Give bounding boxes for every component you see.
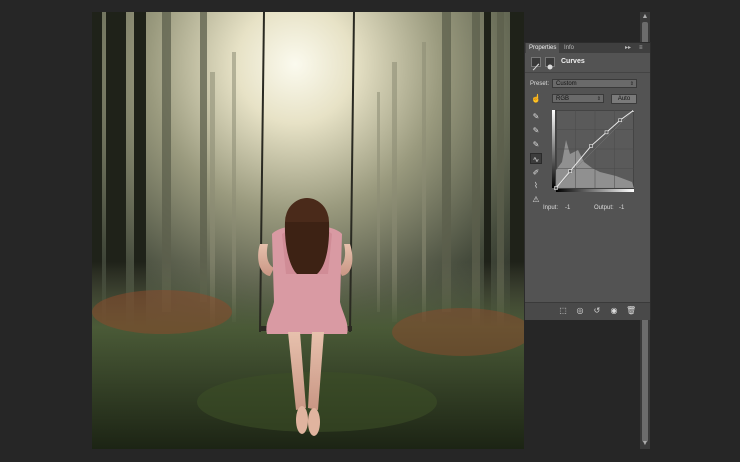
- curve-control-point[interactable]: [589, 143, 594, 148]
- curve-control-point[interactable]: [618, 118, 622, 122]
- toggle-visibility-icon[interactable]: ◉: [609, 306, 619, 316]
- tab-properties[interactable]: Properties: [526, 43, 560, 53]
- panel-tab-bar: Properties Info ▸▸ ≡: [525, 43, 650, 53]
- curves-adjustment-icon: [531, 57, 541, 71]
- preset-value: Custom: [556, 81, 577, 87]
- curves-graph[interactable]: [552, 108, 636, 192]
- panel-menu-icon[interactable]: ≡: [639, 43, 643, 53]
- dropdown-arrows-icon: ⇕: [629, 81, 634, 87]
- gray-point-eyedropper-icon[interactable]: ✎: [530, 125, 542, 136]
- draw-pencil-icon[interactable]: ✐: [530, 167, 542, 178]
- dropdown-arrows-icon: ⇕: [596, 96, 601, 102]
- scroll-down-icon[interactable]: ▼: [641, 440, 649, 448]
- input-gradient-bar: [556, 189, 634, 192]
- output-label: Output:: [594, 205, 614, 211]
- clip-to-layer-icon[interactable]: ⬚: [558, 306, 568, 316]
- input-label: Input:: [543, 205, 559, 211]
- delete-adjustment-icon[interactable]: 🗑: [626, 306, 636, 316]
- reset-adjustment-icon[interactable]: ↺: [592, 306, 602, 316]
- document-photo[interactable]: [92, 12, 524, 449]
- edit-points-curve-icon[interactable]: ∿: [530, 153, 542, 164]
- white-point-eyedropper-icon[interactable]: ✎: [530, 139, 542, 150]
- view-previous-state-icon[interactable]: ◎: [575, 306, 585, 316]
- black-point-eyedropper-icon[interactable]: ✎: [530, 111, 542, 122]
- curve-control-point[interactable]: [604, 130, 609, 135]
- target-adjust-hand-icon[interactable]: ☝: [530, 93, 542, 104]
- preset-dropdown[interactable]: Custom ⇕: [552, 79, 637, 88]
- output-gradient-bar: [552, 110, 555, 188]
- collapse-panel-icon[interactable]: ▸▸: [625, 43, 631, 53]
- curve-control-point[interactable]: [568, 169, 572, 174]
- panel-footer: ⬚ ◎ ↺ ◉ 🗑: [525, 302, 650, 320]
- output-value: -1: [619, 205, 625, 211]
- preset-label: Preset:: [530, 81, 550, 87]
- curve-control-point[interactable]: [632, 108, 636, 112]
- smooth-curve-icon[interactable]: ⌇: [530, 180, 542, 191]
- layer-mask-icon[interactable]: [545, 57, 555, 70]
- panel-divider: [525, 72, 650, 73]
- properties-panel: Properties Info ▸▸ ≡ Curves Preset: Cust…: [524, 42, 651, 320]
- curve-control-point[interactable]: [554, 186, 558, 190]
- forest-swing-image: [92, 12, 524, 449]
- panel-title: Curves: [561, 58, 585, 65]
- scroll-up-icon[interactable]: ▲: [641, 13, 649, 21]
- clipping-warning-icon[interactable]: ⚠: [530, 194, 542, 205]
- tab-info[interactable]: Info: [561, 43, 577, 53]
- channel-dropdown[interactable]: RGB ⇕: [552, 94, 604, 103]
- auto-button[interactable]: Auto: [611, 94, 637, 104]
- channel-value: RGB: [556, 96, 570, 102]
- input-value: -1: [565, 205, 571, 211]
